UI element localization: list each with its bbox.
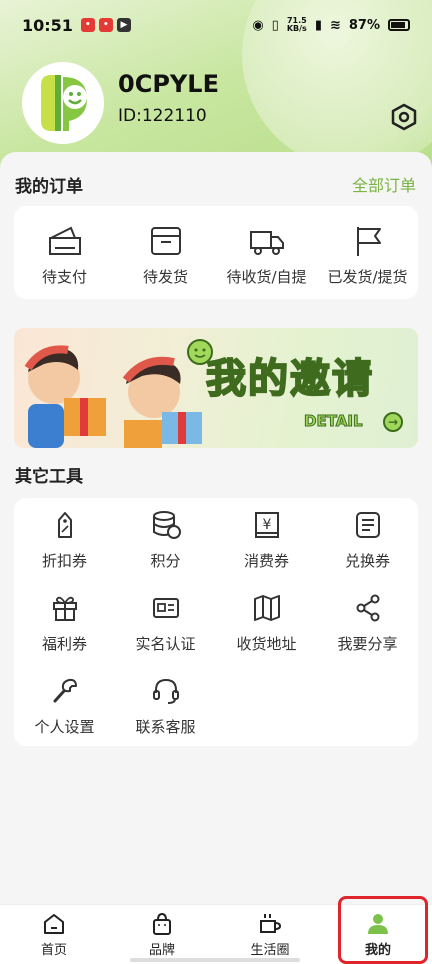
orders-title: 我的订单 bbox=[15, 177, 83, 197]
tool-label: 消费券 bbox=[243, 552, 289, 570]
coins-icon bbox=[152, 511, 181, 539]
nav-label: 品牌 bbox=[148, 942, 175, 958]
tool-label: 我要分享 bbox=[337, 635, 398, 653]
wifi-icon: ≋ bbox=[329, 17, 341, 33]
nav-life-circle[interactable]: 生活圈 bbox=[216, 905, 324, 964]
tool-discount[interactable]: 折扣券 bbox=[14, 510, 115, 571]
yuan-voucher-icon: ¥ bbox=[254, 512, 279, 538]
tools-card: 折扣券 积分 ¥ 消费券 兑换券 福利券 实名认证 收货地址 我要分享 个人设置… bbox=[14, 498, 418, 746]
status-bar: 10:51 • • ▶ ◉ ▯ 71.5 KB/s ▮ ≋ 87% bbox=[0, 0, 432, 50]
tool-real-name[interactable]: 实名认证 bbox=[115, 593, 216, 654]
banner-title: 我的邀请 bbox=[205, 355, 374, 403]
box-icon bbox=[150, 227, 181, 255]
truck-icon bbox=[249, 231, 284, 255]
tool-consumer-voucher[interactable]: ¥ 消费券 bbox=[216, 510, 317, 571]
user-icon bbox=[368, 913, 388, 934]
arrow-right-icon: → bbox=[383, 412, 403, 432]
avatar[interactable] bbox=[22, 62, 104, 144]
location-icon: ◉ bbox=[252, 17, 264, 33]
tool-customer-service[interactable]: 联系客服 bbox=[115, 676, 216, 737]
tool-label: 积分 bbox=[150, 552, 181, 570]
tool-share[interactable]: 我要分享 bbox=[317, 593, 418, 654]
invite-banner[interactable]: 我的邀请 DETAIL → bbox=[14, 328, 418, 448]
home-icon bbox=[44, 913, 64, 934]
id-card-icon bbox=[152, 598, 179, 618]
wrench-icon bbox=[53, 678, 77, 703]
tool-label: 收货地址 bbox=[236, 635, 297, 653]
tool-label: 折扣券 bbox=[41, 552, 87, 570]
battery-icon bbox=[388, 19, 410, 31]
nav-home[interactable]: 首页 bbox=[0, 905, 108, 964]
order-label: 待支付 bbox=[41, 268, 87, 286]
tool-exchange[interactable]: 兑换券 bbox=[317, 510, 418, 571]
order-pending-payment[interactable]: 待支付 bbox=[14, 206, 115, 299]
gift-icon bbox=[52, 596, 77, 621]
tool-personal-settings[interactable]: 个人设置 bbox=[14, 676, 115, 737]
invite-illustration-icon bbox=[24, 339, 213, 448]
media-notification-icon: ▶ bbox=[116, 18, 131, 32]
nav-label: 生活圈 bbox=[250, 942, 290, 958]
profile-section: 0CPYLE ID:122110 bbox=[22, 62, 219, 144]
sim-icon: ▮ bbox=[314, 17, 322, 33]
network-speed: 71.5 KB/s bbox=[287, 17, 307, 33]
home-indicator bbox=[130, 958, 300, 962]
order-label: 待收货/自提 bbox=[226, 268, 307, 286]
vibrate-icon: ▯ bbox=[271, 17, 279, 33]
headset-icon bbox=[152, 678, 179, 704]
tool-label: 实名认证 bbox=[135, 635, 196, 653]
nav-mine[interactable]: 我的 bbox=[324, 905, 432, 964]
order-pending-shipment[interactable]: 待发货 bbox=[115, 206, 216, 299]
app-notification-icon: • bbox=[98, 18, 113, 32]
share-icon bbox=[356, 594, 379, 622]
status-right: ◉ ▯ 71.5 KB/s ▮ ≋ 87% bbox=[252, 17, 410, 33]
order-shipped[interactable]: 已发货/提货 bbox=[317, 206, 418, 299]
order-label: 待发货 bbox=[142, 268, 188, 286]
svg-text:¥: ¥ bbox=[262, 517, 271, 533]
nav-label: 首页 bbox=[40, 942, 67, 958]
network-speed-unit: KB/s bbox=[286, 24, 307, 33]
payment-pending-icon bbox=[48, 226, 81, 255]
orders-card: 待支付 待发货 待收货/自提 已发货/提货 bbox=[14, 206, 418, 299]
bottom-nav: 首页 品牌 生活圈 我的 bbox=[0, 904, 432, 964]
order-label: 已发货/提货 bbox=[327, 268, 408, 286]
user-id: ID:122110 bbox=[118, 106, 207, 126]
avatar-logo-icon bbox=[26, 66, 100, 140]
banner-detail: DETAIL bbox=[304, 412, 364, 431]
tool-points[interactable]: 积分 bbox=[115, 510, 216, 571]
exchange-ticket-icon bbox=[355, 512, 380, 538]
nav-label: 我的 bbox=[364, 942, 391, 958]
tools-title: 其它工具 bbox=[15, 467, 83, 487]
bag-icon bbox=[153, 912, 171, 935]
battery-percent: 87% bbox=[348, 17, 380, 33]
order-pending-receipt[interactable]: 待收货/自提 bbox=[216, 206, 317, 299]
tool-label: 福利券 bbox=[41, 635, 87, 653]
tool-welfare[interactable]: 福利券 bbox=[14, 593, 115, 654]
settings-hexagon-icon[interactable] bbox=[390, 103, 418, 131]
flag-icon bbox=[356, 227, 381, 256]
all-orders-link[interactable]: 全部订单 bbox=[352, 172, 416, 196]
tool-label: 个人设置 bbox=[34, 718, 95, 736]
app-notification-icon: • bbox=[80, 18, 95, 32]
status-time: 10:51 bbox=[22, 15, 73, 35]
discount-tag-icon bbox=[57, 512, 72, 538]
tool-label: 兑换券 bbox=[344, 552, 390, 570]
nav-brand[interactable]: 品牌 bbox=[108, 905, 216, 964]
tool-address[interactable]: 收货地址 bbox=[216, 593, 317, 654]
notification-badges: • • ▶ bbox=[80, 18, 131, 32]
map-icon bbox=[253, 595, 280, 621]
cup-icon bbox=[260, 913, 282, 933]
tool-label: 联系客服 bbox=[135, 718, 196, 736]
username: 0CPYLE bbox=[118, 70, 219, 98]
